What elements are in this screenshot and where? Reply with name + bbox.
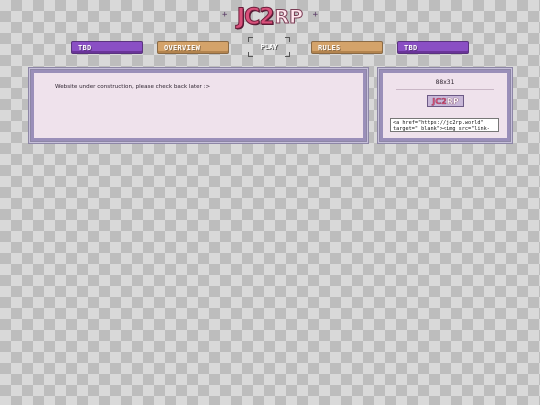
badge-suffix-text: RP	[446, 96, 459, 106]
nav-rules-button[interactable]: RULES	[311, 41, 383, 54]
divider	[396, 89, 494, 90]
nav-tbd-right-button[interactable]: TBD	[397, 41, 469, 54]
bracket-corner	[248, 37, 253, 42]
sparkle-icon: +	[222, 10, 228, 20]
bracket-corner	[285, 37, 290, 42]
embed-code-textarea[interactable]: <a href="https://jc2rp.world" target="_b…	[390, 118, 499, 132]
bracket-corner	[248, 52, 253, 57]
sparkle-icon: +	[312, 10, 318, 20]
nav-play-button[interactable]: PLAY	[248, 37, 290, 57]
logo-main-text: JC2	[236, 4, 275, 30]
badge-panel: 88x31 JC2 RP <a href="https://jc2rp.worl…	[379, 69, 511, 142]
nav-overview-button[interactable]: OVERVIEW	[157, 41, 229, 54]
main-content-panel: Website under construction, please check…	[30, 69, 367, 142]
panel-border	[31, 70, 34, 141]
panel-border	[363, 70, 366, 141]
nav-play-label: PLAY	[260, 43, 278, 51]
nav-tbd-left-button[interactable]: TBD	[71, 41, 143, 54]
logo-suffix-text: RP	[274, 6, 304, 29]
badge-main-text: JC2	[432, 96, 447, 106]
badge-size-title: 88x31	[435, 79, 455, 86]
bracket-corner	[285, 52, 290, 57]
construction-message: Website under construction, please check…	[55, 84, 211, 90]
site-logo[interactable]: + JC2 RP +	[222, 4, 318, 30]
site-badge-image[interactable]: JC2 RP	[427, 95, 464, 107]
